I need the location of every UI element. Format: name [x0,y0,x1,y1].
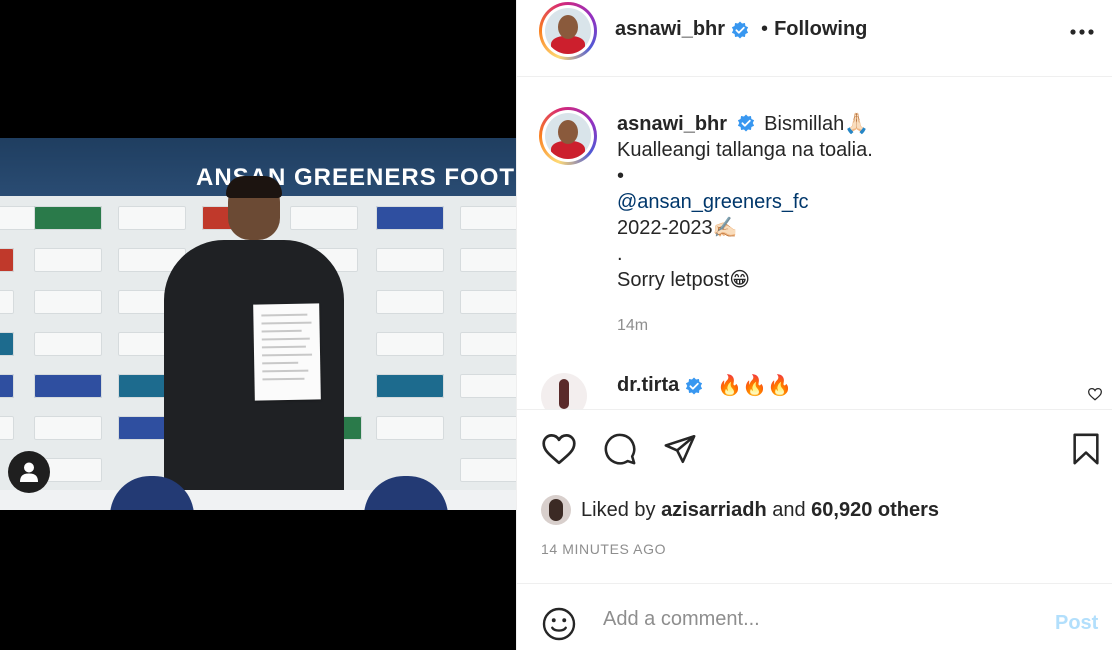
avatar [545,113,591,159]
comment-icon[interactable] [603,432,637,466]
likes-conjunction: and [772,498,806,521]
verified-badge-icon [686,376,703,395]
likes-summary: Liked by azisarriadh and 60,920 others [541,495,939,525]
likes-count[interactable]: 60,920 others [811,499,939,521]
liked-by-label: Liked by [581,498,656,521]
header-username[interactable]: asnawi_bhr [615,18,725,41]
liker-avatar[interactable] [541,495,571,525]
post-photo[interactable]: ANSAN GREENERS FOOTB [0,138,516,510]
verified-badge-icon [737,114,754,132]
story-ring[interactable] [539,2,597,60]
post-actions: Liked by azisarriadh and 60,920 others 1… [517,409,1112,582]
caption-line: Bismillah🙏🏻 [764,113,870,135]
post-timestamp[interactable]: 14 MINUTES AGO [541,541,666,557]
header-separator: • [761,18,769,40]
share-icon[interactable] [663,432,697,466]
following-button[interactable]: Following [774,18,867,41]
post-header: asnawi_bhr • Following [517,0,1112,77]
heart-icon[interactable] [541,432,577,466]
user-icon [20,462,38,482]
caption-line: Sorry letpost😁 [617,269,751,291]
media-pane: ANSAN GREENERS FOOTB [0,0,516,650]
contract-paper [253,303,321,401]
post-details: asnawi_bhr • Following asnawi_bhr Bismil… [517,0,1112,650]
user-tags-button[interactable] [8,451,50,493]
comment-item: dr.tirta 🔥🔥🔥 [541,373,1103,409]
emoji-icon[interactable] [541,606,577,642]
comments-section[interactable]: asnawi_bhr Bismillah🙏🏻 Kualleangi tallan… [517,77,1112,409]
commenter-username[interactable]: dr.tirta [617,374,679,397]
more-options-icon[interactable] [1069,22,1095,42]
caption-text: asnawi_bhr Bismillah🙏🏻 Kualleangi tallan… [617,111,1087,293]
commenter-avatar[interactable] [541,373,587,409]
small-heart-icon[interactable] [1087,387,1103,401]
verified-badge-icon [731,20,749,39]
comment-input[interactable] [601,604,1025,634]
caption-line: • [617,165,625,187]
comment-text: 🔥🔥🔥 [717,375,792,397]
bookmark-icon[interactable] [1071,432,1101,466]
post-comment-button[interactable]: Post [1055,612,1098,635]
avatar [545,8,591,54]
caption-line: . [617,243,623,265]
caption-avatar-ring[interactable] [539,107,597,165]
add-comment-bar: Post [517,583,1112,651]
liker-username[interactable]: azisarriadh [661,499,767,521]
caption-time[interactable]: 14m [617,317,648,335]
caption-username[interactable]: asnawi_bhr [617,113,727,135]
caption-line: 2022-2023✍🏻 [617,217,738,239]
mention-link[interactable]: @ansan_greeners_fc [617,189,1087,215]
caption-line: Kualleangi tallanga na toalia. [617,139,873,161]
